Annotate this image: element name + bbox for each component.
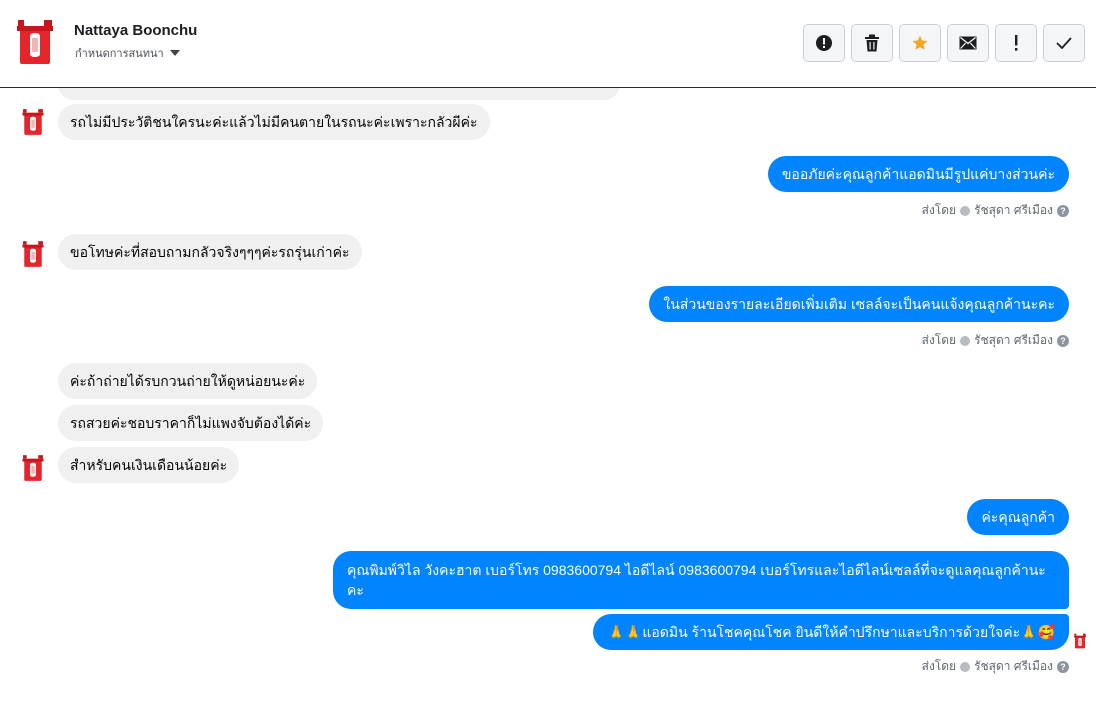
- sent-by-agent: รัชสุดา ศรีเมือง: [974, 659, 1053, 673]
- chevron-down-icon: [169, 50, 180, 56]
- sent-by-meta: ส่งโดย รัชสุดา ศรีเมือง ?: [922, 331, 1069, 350]
- conversation-header: Nattaya Boonchu กำหนดการสนทนา: [0, 0, 1096, 88]
- verified-dot-icon: [960, 661, 971, 672]
- mark-important-button[interactable]: [995, 24, 1037, 62]
- message-bubble-outgoing[interactable]: ในส่วนของรายละเอียดเพิ่มเติม เซลล์จะเป็น…: [649, 286, 1069, 322]
- message-bubble-outgoing[interactable]: คุณพิมพ์วิไล วังคะฮาต เบอร์โทร 098360079…: [333, 551, 1069, 609]
- help-icon[interactable]: ?: [1057, 204, 1069, 217]
- contact-avatar: [19, 240, 47, 268]
- help-icon[interactable]: ?: [1057, 660, 1069, 673]
- seen-avatar: [1073, 633, 1087, 649]
- message-bubble-outgoing[interactable]: ขออภัยค่ะคุณลูกค้าแอดมินมีรูปแค่บางส่วนค…: [767, 156, 1069, 192]
- sent-by-agent: รัชสุดา ศรีเมือง: [974, 203, 1053, 217]
- mark-done-button[interactable]: [1043, 24, 1085, 62]
- verified-dot-icon: [960, 205, 971, 216]
- check-icon: [1056, 37, 1072, 49]
- report-button[interactable]: [803, 24, 845, 62]
- help-icon[interactable]: ?: [1057, 334, 1069, 347]
- trash-icon: [865, 34, 879, 52]
- mark-unread-button[interactable]: [947, 24, 989, 62]
- message-bubble-incoming[interactable]: รถไม่มีประวัติชนใครนะค่ะแล้วไม่มีคนตายใน…: [58, 104, 490, 140]
- message-thread[interactable]: รถไม่มีประวัติชนใครนะค่ะแล้วไม่มีคนตายใน…: [0, 88, 1096, 709]
- message-bubble-incoming[interactable]: รถสวยค่ะชอบราคาก็ไม่แพงจับต้องได้ค่ะ: [58, 405, 324, 441]
- sent-by-meta: ส่งโดย รัชสุดา ศรีเมือง ?: [922, 201, 1069, 220]
- message-bubble-incoming[interactable]: [58, 88, 620, 100]
- sent-by-label: ส่งโดย: [921, 659, 957, 673]
- message-bubble-outgoing[interactable]: ค่ะคุณลูกค้า: [967, 499, 1069, 535]
- star-button[interactable]: [899, 24, 941, 62]
- delete-button[interactable]: [851, 24, 893, 62]
- page-avatar[interactable]: [14, 18, 56, 66]
- sent-by-agent: รัชสุดา ศรีเมือง: [974, 333, 1053, 347]
- message-bubble-outgoing[interactable]: 🙏🙏แอดมิน ร้านโชคคุณโชค ยินดีให้คำปรึกษาแ…: [593, 614, 1069, 650]
- exclamation-icon: [1015, 35, 1018, 51]
- envelope-icon: [959, 36, 977, 50]
- sent-by-meta: ส่งโดย รัชสุดา ศรีเมือง ?: [922, 657, 1069, 676]
- contact-name[interactable]: Nattaya Boonchu: [74, 22, 197, 39]
- star-icon: [912, 35, 928, 50]
- message-bubble-incoming[interactable]: สำหรับคนเงินเดือนน้อยค่ะ: [58, 447, 240, 483]
- sent-by-label: ส่งโดย: [921, 203, 957, 217]
- alert-circle-icon: [816, 35, 832, 51]
- conversation-setting-label: กำหนดการสนทนา: [75, 48, 164, 60]
- conversation-toolbar: [803, 24, 1085, 62]
- message-bubble-incoming[interactable]: ขอโทษค่ะที่สอบถามกลัวจริงๆๆๆค่ะรถรุ่นเก่…: [58, 234, 362, 270]
- conversation-setting-dropdown[interactable]: กำหนดการสนทนา: [75, 44, 180, 62]
- sent-by-label: ส่งโดย: [921, 333, 957, 347]
- verified-dot-icon: [960, 335, 971, 346]
- contact-avatar: [19, 454, 47, 482]
- message-bubble-incoming[interactable]: ค่ะถ้าถ่ายได้รบกวนถ่ายให้ดูหน่อยนะค่ะ: [58, 363, 318, 399]
- contact-avatar: [19, 108, 47, 136]
